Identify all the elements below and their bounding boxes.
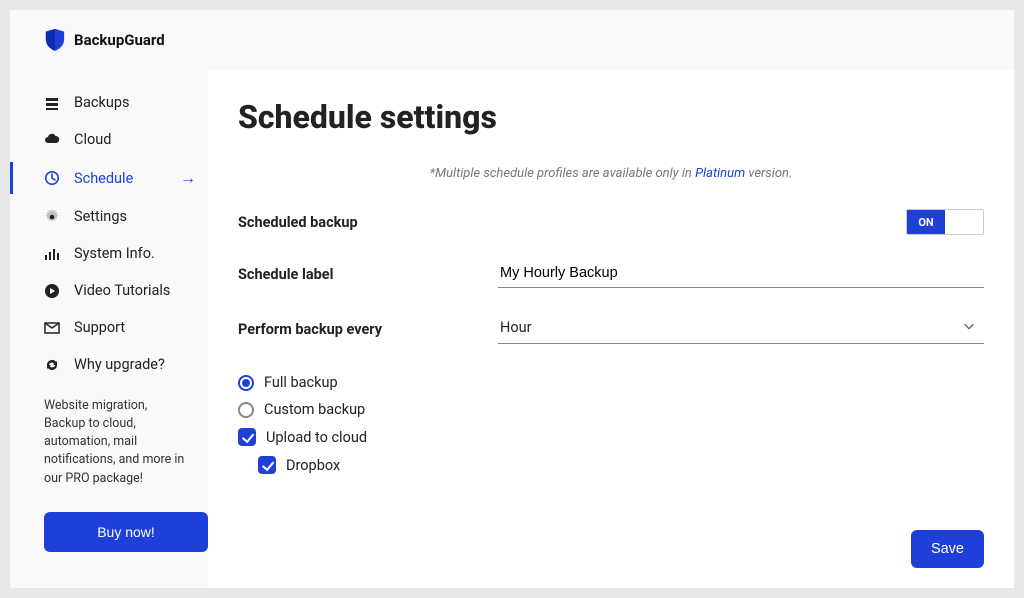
clock-icon	[44, 170, 60, 186]
sidebar-item-label: Why upgrade?	[74, 356, 165, 373]
perform-every-value: Hour	[500, 319, 962, 336]
option-label: Full backup	[264, 374, 338, 391]
mail-icon	[44, 320, 60, 336]
perform-every-select[interactable]: Hour	[498, 314, 984, 344]
schedule-label-row: Schedule label	[238, 261, 984, 288]
header: BackupGuard	[10, 10, 1014, 70]
body: Backups Cloud Schedule → Settings	[10, 70, 1014, 588]
notice-suffix: version.	[745, 166, 792, 181]
schedule-label-input[interactable]	[498, 261, 984, 288]
option-label: Custom backup	[264, 401, 365, 418]
sidebar-item-label: Schedule	[74, 170, 133, 187]
scheduled-backup-toggle[interactable]: ON	[906, 209, 984, 235]
app-window: BackupGuard Backups Cloud Schedul	[10, 10, 1014, 588]
toggle-off-side	[945, 210, 983, 234]
scheduled-backup-label: Scheduled backup	[238, 214, 498, 231]
sidebar-item-label: Settings	[74, 208, 127, 225]
radio-icon	[238, 375, 254, 391]
option-dropbox[interactable]: Dropbox	[258, 456, 984, 474]
sidebar-item-label: Cloud	[74, 131, 111, 148]
option-upload-cloud[interactable]: Upload to cloud	[238, 428, 984, 446]
option-full-backup[interactable]: Full backup	[238, 374, 984, 391]
buy-now-button[interactable]: Buy now!	[44, 512, 208, 552]
option-label: Dropbox	[286, 457, 340, 474]
sidebar-item-label: System Info.	[74, 245, 155, 262]
sidebar-item-video-tutorials[interactable]: Video Tutorials	[10, 272, 208, 309]
sidebar-item-label: Video Tutorials	[74, 282, 170, 299]
brand-name: BackupGuard	[74, 31, 165, 49]
cloud-icon	[44, 132, 60, 148]
shield-icon	[44, 28, 66, 52]
radio-icon	[238, 402, 254, 418]
database-icon	[44, 95, 60, 111]
scheduled-backup-row: Scheduled backup ON	[238, 209, 984, 235]
bars-icon	[44, 246, 60, 262]
refresh-icon	[44, 357, 60, 373]
backup-options: Full backup Custom backup Upload to clou…	[238, 374, 984, 474]
option-custom-backup[interactable]: Custom backup	[238, 401, 984, 418]
perform-every-label: Perform backup every	[238, 321, 498, 338]
platinum-link[interactable]: Platinum	[695, 166, 745, 181]
save-button[interactable]: Save	[911, 530, 984, 568]
chevron-down-icon	[962, 318, 976, 337]
notice-prefix: *Multiple schedule profiles are availabl…	[430, 166, 695, 181]
sidebar-item-schedule[interactable]: Schedule →	[10, 158, 208, 198]
page-title: Schedule settings	[238, 98, 984, 136]
sidebar-item-system-info[interactable]: System Info.	[10, 235, 208, 272]
schedule-label-label: Schedule label	[238, 266, 498, 283]
option-label: Upload to cloud	[266, 429, 367, 446]
arrow-right-icon: →	[180, 168, 196, 188]
sidebar-item-why-upgrade[interactable]: Why upgrade?	[10, 346, 208, 383]
brand: BackupGuard	[44, 28, 165, 52]
checkbox-icon	[258, 456, 276, 474]
sidebar-item-label: Support	[74, 319, 125, 336]
perform-every-row: Perform backup every Hour	[238, 314, 984, 344]
main-content: Schedule settings *Multiple schedule pro…	[208, 70, 1014, 588]
play-icon	[44, 283, 60, 299]
toggle-on-label: ON	[907, 210, 945, 234]
sidebar-item-cloud[interactable]: Cloud	[10, 121, 208, 158]
promo-text: Website migration, Backup to cloud, auto…	[10, 383, 208, 498]
sidebar: Backups Cloud Schedule → Settings	[10, 70, 208, 588]
platinum-notice: *Multiple schedule profiles are availabl…	[238, 166, 984, 181]
sidebar-item-support[interactable]: Support	[10, 309, 208, 346]
sidebar-item-backups[interactable]: Backups	[10, 84, 208, 121]
sidebar-item-settings[interactable]: Settings	[10, 198, 208, 235]
sidebar-item-label: Backups	[74, 94, 129, 111]
checkbox-icon	[238, 428, 256, 446]
save-row: Save	[238, 510, 984, 568]
gear-icon	[44, 209, 60, 225]
